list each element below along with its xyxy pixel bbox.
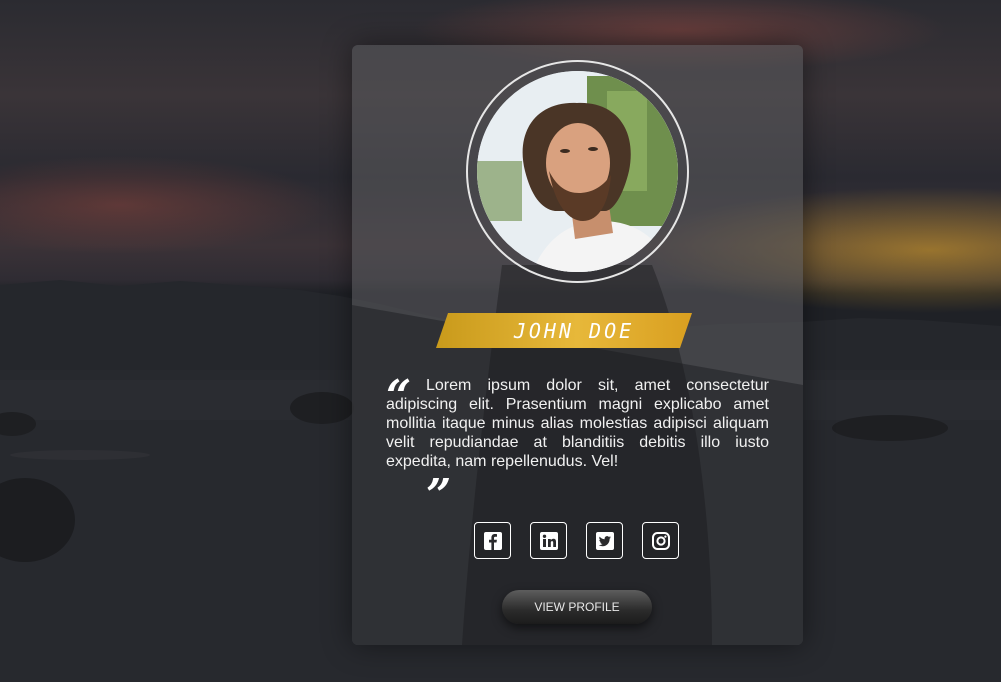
facebook-icon [483,531,502,550]
avatar[interactable] [477,71,678,272]
quote-text: Lorem ipsum dolor sit, amet consectetur … [386,377,769,470]
instagram-link[interactable] [642,522,679,559]
profile-name: JOHN DOE [513,318,635,343]
linkedin-link[interactable] [530,522,567,559]
profile-card: JOHN DOE “ Lorem ipsum dolor sit, amet c… [352,45,803,645]
instagram-icon [651,531,670,550]
testimonial-quote: “ Lorem ipsum dolor sit, amet consectetu… [386,371,769,518]
twitter-link[interactable] [586,522,623,559]
twitter-icon [595,531,614,550]
social-links [474,522,679,559]
quote-open-icon: “ [386,371,412,422]
facebook-link[interactable] [474,522,511,559]
linkedin-icon [539,531,558,550]
view-profile-button[interactable]: VIEW PROFILE [502,590,652,624]
quote-close-icon: ” [426,470,452,521]
name-banner: JOHN DOE [436,313,692,348]
